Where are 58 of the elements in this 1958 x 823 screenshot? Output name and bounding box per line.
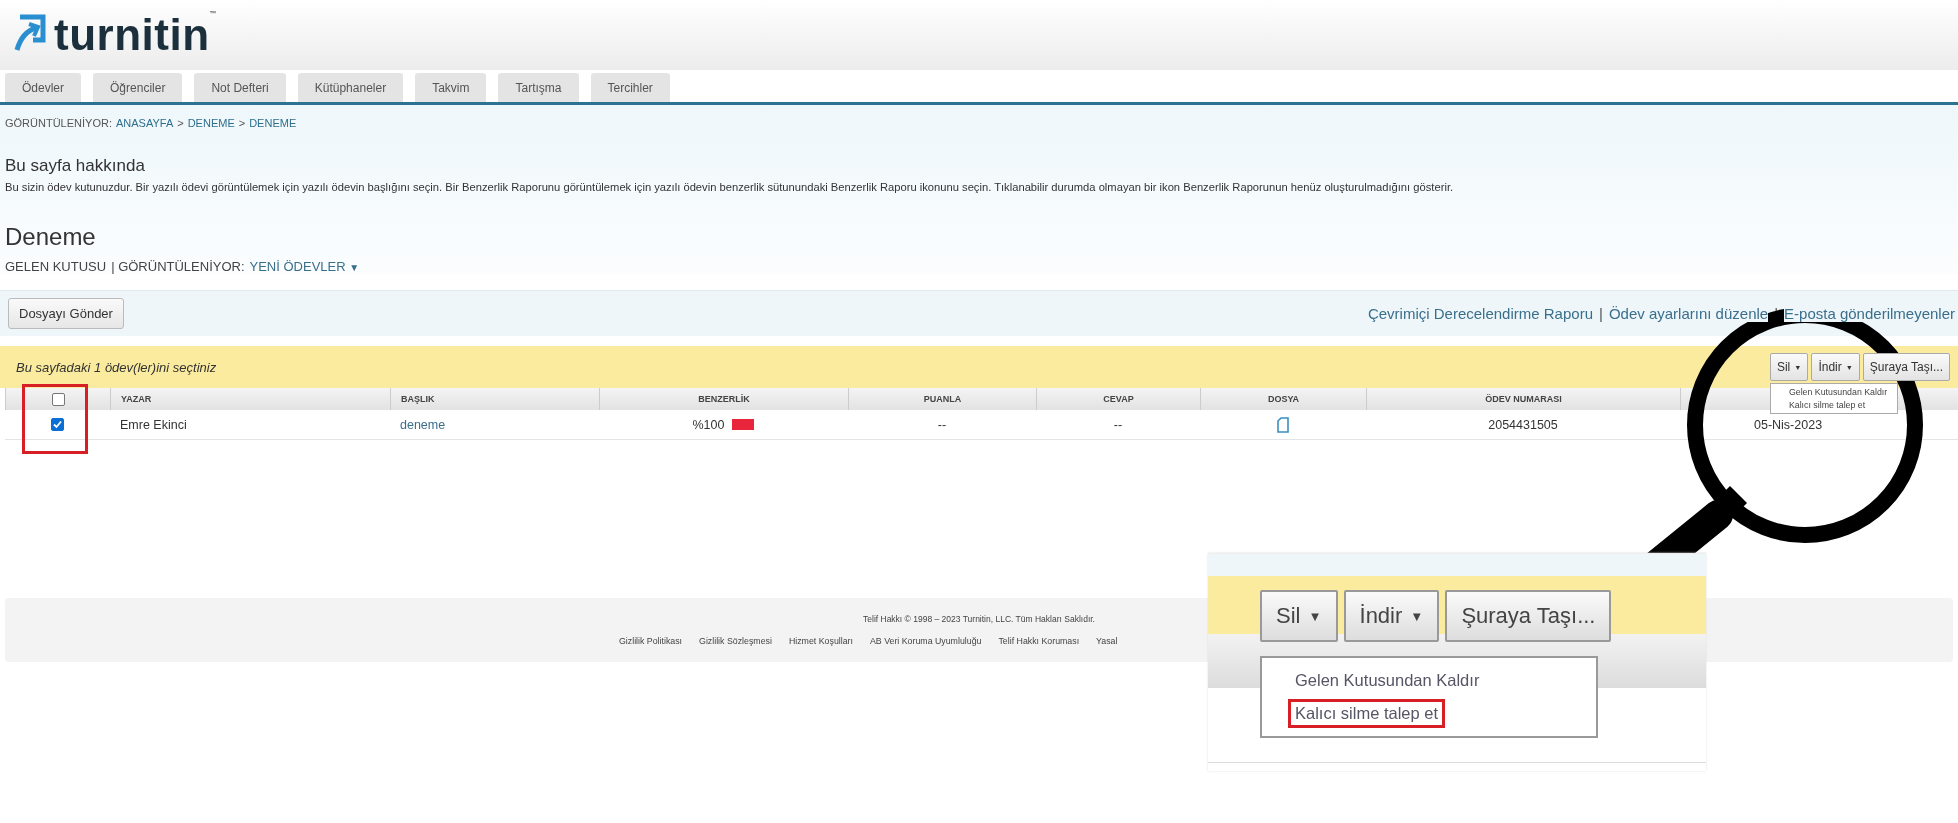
footer-link[interactable]: Telif Hakkı Koruması bbox=[998, 636, 1080, 646]
select-all-checkbox[interactable] bbox=[51, 392, 65, 406]
file-icon[interactable] bbox=[1277, 416, 1289, 433]
column-header[interactable]: YAZAR bbox=[110, 388, 390, 410]
footer-link[interactable]: Hizmet Koşulları bbox=[788, 636, 853, 646]
paper-id-cell: 2054431505 bbox=[1488, 417, 1558, 432]
menu-item[interactable]: Kalıcı silme talep et bbox=[1788, 400, 1888, 410]
view-filter-link[interactable]: YENİ ÖDEVLER ▼ bbox=[249, 259, 360, 274]
similarity-bar[interactable] bbox=[732, 419, 755, 430]
link-separator: | bbox=[1599, 305, 1603, 322]
nav-tab[interactable]: Kütüphaneler bbox=[297, 73, 404, 102]
footer-link[interactable]: AB Veri Koruma Uyumluluğu bbox=[869, 636, 982, 646]
copyright-text: Telif Hakkı © 1998 – 2023 Turnitin, LLC. Tüm Hakları Saklıdır. bbox=[863, 614, 1095, 624]
about-text: Bu sizin ödev kutunuzdur. Bir yazılı ödevi görüntülemek için yazılı ödevin başlığını seçin. Bir Benzerlik Raporunu görüntülemek için yazılı ödevin benzerlik sütunundaki Benzerlik Raporu ikonunu seçin. Tıklanabilir durumda olmayan bir ikon Benzerlik Raporunun henüz oluşturulmadığını gösterir. bbox=[5, 181, 1455, 193]
nav-tab[interactable]: Ödevler bbox=[5, 73, 82, 102]
footer-link[interactable]: Gizlilik Sözleşmesi bbox=[699, 636, 772, 646]
breadcrumb-separator: > bbox=[177, 117, 184, 129]
inbox-label: GELEN KUTUSU bbox=[5, 259, 107, 274]
breadcrumb-link[interactable]: DENEME bbox=[249, 117, 297, 129]
toolbar-link[interactable]: Ödev ayarlarını düzenle bbox=[1608, 305, 1769, 322]
nav-tab[interactable]: Öğrenciler bbox=[93, 73, 183, 102]
column-header[interactable]: DOSYA bbox=[1200, 388, 1366, 410]
breadcrumb-label: GÖRÜNTÜLENİYOR: bbox=[5, 117, 112, 129]
menu-item[interactable]: Kalıcı silme talep et bbox=[1288, 699, 1446, 728]
footer-link[interactable]: Yasal bbox=[1096, 636, 1118, 646]
column-header[interactable]: BENZERLİK bbox=[599, 388, 848, 410]
date-cell: 05-Nis-2023 bbox=[1754, 417, 1823, 432]
column-header[interactable]: PUANLA bbox=[848, 388, 1036, 410]
column-header[interactable]: ÖDEV NUMARASI bbox=[1366, 388, 1680, 410]
section-title: Bu sayfa hakkında bbox=[5, 156, 146, 176]
action-button[interactable]: Şuraya Taşı... bbox=[1862, 353, 1950, 381]
breadcrumb-link[interactable]: DENEME bbox=[187, 117, 235, 129]
selection-message: Bu sayfadaki 1 ödev(ler)ini seçtiniz bbox=[16, 359, 217, 375]
breadcrumb-separator: > bbox=[238, 117, 246, 129]
title-link[interactable]: deneme bbox=[400, 417, 446, 432]
toolbar-link[interactable]: Çevrimiçi Derecelendirme Raporu bbox=[1367, 305, 1593, 322]
row-checkbox[interactable] bbox=[51, 418, 64, 431]
similarity-cell: %100 bbox=[692, 417, 725, 432]
menu-item[interactable]: Gelen Kutusundan Kaldır bbox=[1788, 387, 1888, 397]
grade-cell: -- bbox=[937, 417, 947, 432]
column-header[interactable]: CEVAP bbox=[1036, 388, 1200, 410]
nav-tab[interactable]: Tercihler bbox=[590, 73, 670, 102]
action-button[interactable]: İndir ▼ bbox=[1343, 590, 1440, 642]
action-button[interactable]: Şuraya Taşı... bbox=[1445, 590, 1612, 642]
submit-file-button[interactable]: Dosyayı Gönder bbox=[8, 298, 124, 329]
footer-link[interactable]: Gizlilik Politikası bbox=[619, 636, 683, 646]
breadcrumb-link[interactable]: ANASAYFA bbox=[115, 117, 174, 129]
column-header[interactable]: BAŞLIK bbox=[390, 388, 599, 410]
viewing-label: | GÖRÜNTÜLENİYOR: bbox=[111, 259, 245, 274]
toolbar-link[interactable]: E-posta gönderilmeyenler bbox=[1784, 305, 1955, 322]
nav-tab[interactable]: Tartışma bbox=[498, 73, 579, 102]
action-button[interactable]: Sil ▼ bbox=[1260, 590, 1338, 642]
nav-tab[interactable]: Not Defteri bbox=[194, 73, 286, 102]
menu-item[interactable]: Gelen Kutusundan Kaldır bbox=[1288, 666, 1487, 695]
author-cell: Emre Ekinci bbox=[120, 417, 187, 432]
nav-tab[interactable]: Takvim bbox=[415, 73, 487, 102]
assignment-title: Deneme bbox=[5, 223, 97, 251]
response-cell: -- bbox=[1113, 417, 1123, 432]
